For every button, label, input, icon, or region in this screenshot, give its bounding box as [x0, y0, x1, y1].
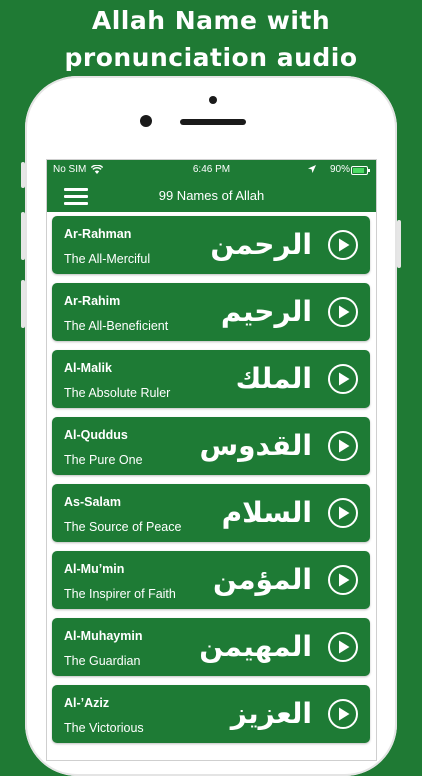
- phone-speaker: [180, 119, 246, 125]
- play-icon: [339, 506, 350, 520]
- play-icon: [339, 305, 350, 319]
- clock-time: 6:46 PM: [192, 164, 231, 175]
- location-arrow-icon: [308, 165, 316, 173]
- transliteration: Ar-Rahim: [64, 294, 121, 308]
- name-card-ar-rahim[interactable]: Ar-Rahim The All-Beneficient الرحيم: [52, 283, 370, 341]
- transliteration: Al-Muhaymin: [64, 629, 143, 643]
- arabic-calligraphy: السلام: [221, 496, 312, 529]
- play-icon: [339, 372, 350, 386]
- play-icon: [339, 707, 350, 721]
- transliteration: Al-Malik: [64, 361, 112, 375]
- arabic-calligraphy: الرحمن: [210, 228, 312, 261]
- meaning: The Absolute Ruler: [64, 386, 171, 400]
- name-card-al-muhaymin[interactable]: Al-Muhaymin The Guardian المهيمن: [52, 618, 370, 676]
- play-icon: [339, 573, 350, 587]
- name-card-al-malik[interactable]: Al-Malik The Absolute Ruler الملك: [52, 350, 370, 408]
- transliteration: As-Salam: [64, 495, 121, 509]
- phone-power-button: [397, 220, 401, 268]
- phone-sensor: [209, 96, 217, 104]
- play-audio-button[interactable]: [328, 431, 358, 461]
- name-card-al-aziz[interactable]: Al-’Aziz The Victorious العزيز: [52, 685, 370, 743]
- play-icon: [339, 439, 350, 453]
- play-audio-button[interactable]: [328, 498, 358, 528]
- battery-percent: 90%: [329, 164, 350, 175]
- play-audio-button[interactable]: [328, 699, 358, 729]
- arabic-calligraphy: المهيمن: [199, 630, 312, 663]
- meaning: The Victorious: [64, 721, 144, 735]
- status-bar: No SIM 6:46 PM 90%: [47, 160, 376, 180]
- nav-bar: 99 Names of Allah: [47, 180, 376, 212]
- meaning: The Inspirer of Faith: [64, 587, 176, 601]
- name-card-ar-rahman[interactable]: Ar-Rahman The All-Merciful الرحمن: [52, 216, 370, 274]
- transliteration: Al-Mu’min: [64, 562, 125, 576]
- promo-headline: Allah Name with pronunciation audio: [0, 2, 422, 76]
- name-card-as-salam[interactable]: As-Salam The Source of Peace السلام: [52, 484, 370, 542]
- transliteration: Al-’Aziz: [64, 696, 110, 710]
- play-icon: [339, 640, 350, 654]
- promo-line-2: pronunciation audio: [64, 43, 358, 72]
- meaning: The Source of Peace: [64, 520, 182, 534]
- arabic-calligraphy: العزيز: [230, 697, 312, 730]
- meaning: The All-Merciful: [64, 252, 151, 266]
- front-camera: [140, 115, 152, 127]
- arabic-calligraphy: المؤمن: [213, 563, 312, 596]
- transliteration: Al-Quddus: [64, 428, 128, 442]
- play-audio-button[interactable]: [328, 565, 358, 595]
- app-screen: No SIM 6:46 PM 90% 99 Names of Allah Ar-…: [46, 159, 377, 761]
- meaning: The All-Beneficient: [64, 319, 169, 333]
- arabic-calligraphy: الرحيم: [220, 295, 312, 328]
- arabic-calligraphy: القدوس: [199, 429, 312, 462]
- promo-line-1: Allah Name with: [91, 6, 331, 35]
- play-audio-button[interactable]: [328, 297, 358, 327]
- name-card-al-mumin[interactable]: Al-Mu’min The Inspirer of Faith المؤمن: [52, 551, 370, 609]
- play-audio-button[interactable]: [328, 632, 358, 662]
- name-card-al-quddus[interactable]: Al-Quddus The Pure One القدوس: [52, 417, 370, 475]
- meaning: The Guardian: [64, 654, 141, 668]
- play-icon: [339, 238, 350, 252]
- transliteration: Ar-Rahman: [64, 227, 132, 241]
- page-title: 99 Names of Allah: [158, 188, 265, 203]
- arabic-calligraphy: الملك: [235, 362, 312, 395]
- play-audio-button[interactable]: [328, 364, 358, 394]
- names-list: Ar-Rahman The All-Merciful الرحمن Ar-Rah…: [52, 216, 370, 752]
- play-audio-button[interactable]: [328, 230, 358, 260]
- meaning: The Pure One: [64, 453, 143, 467]
- battery-icon: [351, 166, 370, 175]
